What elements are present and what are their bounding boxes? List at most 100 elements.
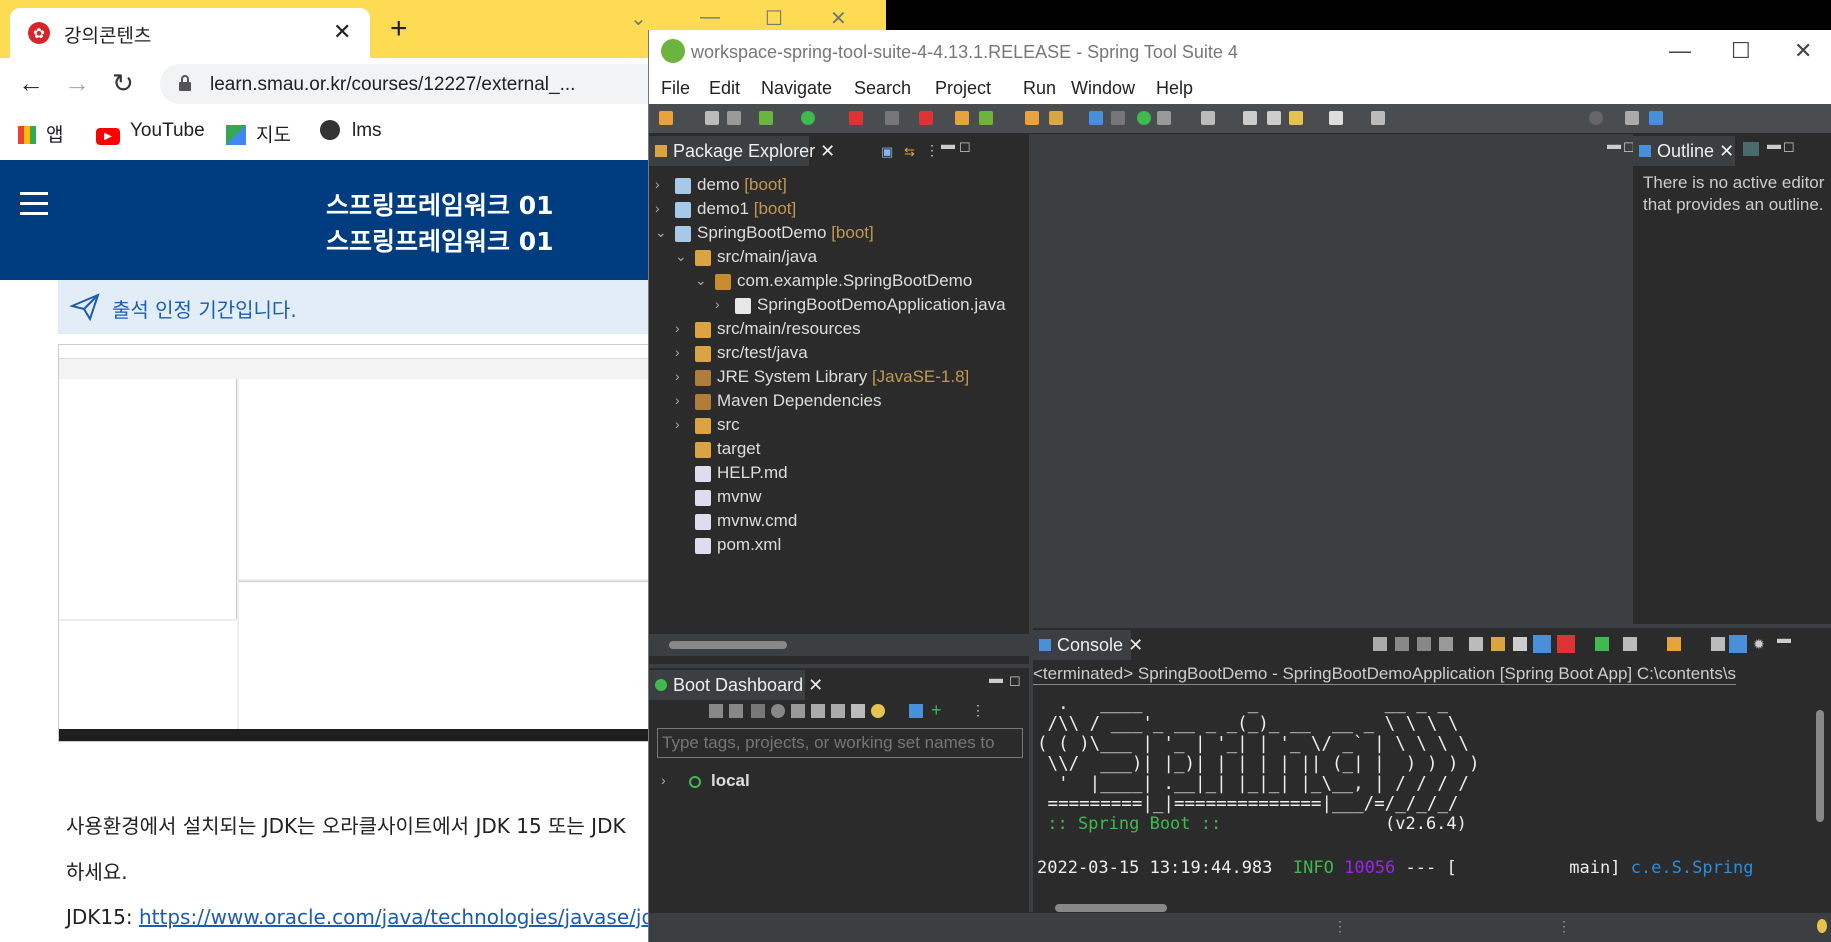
minimize-window-icon[interactable]: — bbox=[700, 6, 720, 29]
package-tree-item[interactable]: HELP.md bbox=[649, 462, 1029, 486]
pin-icon[interactable] bbox=[1201, 111, 1215, 125]
package-tree-item[interactable]: › demo [boot] bbox=[649, 174, 1029, 198]
package-tree-item[interactable]: ⌄ SpringBootDemo [boot] bbox=[649, 222, 1029, 246]
display-console-icon[interactable] bbox=[1595, 637, 1609, 651]
package-tree-item[interactable]: mvnw bbox=[649, 486, 1029, 510]
dashboard-menu-icon[interactable]: ⋮ bbox=[971, 702, 985, 719]
maximize-view-icon[interactable]: ☐ bbox=[959, 140, 971, 156]
package-tree-item[interactable]: › src bbox=[649, 414, 1029, 438]
outline-maximize-icon[interactable]: ☐ bbox=[1783, 140, 1795, 156]
stop-icon[interactable] bbox=[885, 111, 899, 125]
console-minimize-icon[interactable]: ▬ bbox=[1777, 630, 1791, 646]
save-all-icon[interactable] bbox=[727, 111, 741, 125]
tree-toggle-icon[interactable]: › bbox=[655, 176, 660, 192]
dashboard-filter-input[interactable] bbox=[657, 728, 1023, 758]
close-dashboard-icon[interactable]: ✕ bbox=[808, 675, 823, 695]
java-perspective-icon[interactable] bbox=[1649, 111, 1663, 125]
tab-outline[interactable]: Outline ✕ bbox=[1633, 136, 1735, 166]
forward-nav-icon[interactable] bbox=[1329, 111, 1343, 125]
lightbulb-icon[interactable] bbox=[871, 704, 885, 718]
edit-icon[interactable] bbox=[831, 704, 845, 718]
maximize-icon[interactable]: ☐ bbox=[765, 6, 783, 31]
close-console-icon[interactable]: ✕ bbox=[1128, 635, 1143, 655]
word-wrap-icon[interactable] bbox=[1491, 637, 1505, 651]
remove-launch-icon[interactable] bbox=[1395, 637, 1409, 651]
task-icon[interactable] bbox=[1089, 111, 1103, 125]
open-folder-icon[interactable] bbox=[1025, 111, 1039, 125]
menu-help[interactable]: Help bbox=[1156, 78, 1193, 99]
tree-toggle-icon[interactable]: ⌄ bbox=[675, 248, 687, 265]
console-icon[interactable] bbox=[791, 704, 805, 718]
tree-toggle-icon[interactable]: › bbox=[675, 392, 680, 408]
new-spring-project-icon[interactable] bbox=[955, 111, 969, 125]
show-stdout-icon[interactable] bbox=[1513, 637, 1527, 651]
menu-edit[interactable]: Edit bbox=[709, 78, 740, 99]
editor-minimize-icon[interactable]: ▬ bbox=[1607, 136, 1621, 152]
tree-toggle-icon[interactable]: ⌄ bbox=[655, 224, 667, 241]
tab-package-explorer[interactable]: Package Explorer ✕ bbox=[649, 136, 835, 166]
package-tree-item[interactable]: pom.xml bbox=[649, 534, 1029, 558]
close-view-icon[interactable]: ✕ bbox=[820, 141, 835, 161]
show-stderr-icon[interactable] bbox=[1557, 635, 1575, 653]
ide-close-icon[interactable]: ✕ bbox=[1794, 38, 1812, 64]
tab-close-icon[interactable]: ✕ bbox=[333, 19, 351, 45]
bookmark-maps[interactable]: 지도 bbox=[226, 120, 291, 147]
open-browser-icon[interactable] bbox=[771, 704, 785, 718]
tab-console[interactable]: Console ✕ bbox=[1033, 630, 1143, 660]
ide-search-icon[interactable] bbox=[1589, 111, 1603, 125]
outline-minimize-icon[interactable]: ▬ bbox=[1767, 136, 1781, 152]
console-vertical-scrollbar[interactable] bbox=[1813, 686, 1827, 896]
bookmark-lms[interactable]: lms bbox=[320, 120, 382, 142]
run-icon[interactable] bbox=[801, 111, 815, 125]
remove-all-icon[interactable] bbox=[1417, 637, 1431, 651]
new-tab-button[interactable]: + bbox=[390, 14, 408, 44]
tree-toggle-icon[interactable]: › bbox=[675, 320, 680, 336]
forward-icon[interactable]: → bbox=[64, 70, 90, 96]
package-tree-item[interactable]: target bbox=[649, 438, 1029, 462]
reload-icon[interactable]: ↻ bbox=[112, 70, 134, 96]
open-console-icon[interactable] bbox=[1623, 637, 1637, 651]
clear-console-icon[interactable] bbox=[1439, 637, 1453, 651]
package-tree-item[interactable]: ⌄ src/main/java bbox=[649, 246, 1029, 270]
menu-window[interactable]: Window bbox=[1071, 78, 1135, 99]
console-settings-icon[interactable]: ✹ bbox=[1753, 636, 1765, 653]
package-tree-item[interactable]: › JRE System Library [JavaSE-1.8] bbox=[649, 366, 1029, 390]
menu-file[interactable]: File bbox=[661, 78, 690, 99]
tree-toggle-icon[interactable]: › bbox=[715, 296, 720, 312]
menu-navigate[interactable]: Navigate bbox=[761, 78, 832, 99]
annotation-icon[interactable] bbox=[1157, 111, 1171, 125]
browser-tab[interactable]: ✿ 강의콘텐츠 ✕ bbox=[10, 8, 370, 58]
open-perspective-icon[interactable] bbox=[1625, 111, 1639, 125]
back-icon[interactable]: ← bbox=[18, 70, 44, 96]
ide-minimize-icon[interactable]: — bbox=[1669, 38, 1691, 64]
brush-icon[interactable] bbox=[1049, 111, 1063, 125]
ide-maximize-icon[interactable]: ☐ bbox=[1731, 38, 1751, 64]
debug-icon[interactable] bbox=[759, 111, 773, 125]
tree-toggle-icon[interactable]: ⌄ bbox=[695, 272, 707, 289]
boot-icon[interactable] bbox=[1137, 111, 1151, 125]
package-tree-item[interactable]: ⌄ com.example.SpringBootDemo bbox=[649, 270, 1029, 294]
bookmark-youtube[interactable]: ▶ YouTube bbox=[96, 120, 205, 145]
external-tools-icon[interactable] bbox=[919, 111, 933, 125]
dashboard-minimize-icon[interactable]: ▬ bbox=[989, 670, 1003, 686]
close-window-icon[interactable]: ✕ bbox=[830, 6, 847, 31]
new-icon[interactable] bbox=[659, 111, 673, 125]
link-editor-icon[interactable]: ⇆ bbox=[904, 144, 915, 160]
horizontal-scrollbar[interactable] bbox=[649, 634, 1029, 656]
properties-icon[interactable] bbox=[851, 704, 865, 718]
add-icon[interactable]: + bbox=[931, 701, 942, 719]
minimize-view-icon[interactable]: ▬ bbox=[941, 136, 955, 152]
new-console-icon[interactable] bbox=[1667, 637, 1681, 651]
tree-toggle-icon[interactable]: › bbox=[675, 344, 680, 360]
package-tree-item[interactable]: › src/test/java bbox=[649, 342, 1029, 366]
package-tree-item[interactable]: › Maven Dependencies bbox=[649, 390, 1029, 414]
minimize-icon[interactable]: ⌄ bbox=[630, 6, 647, 31]
debug-app-icon[interactable] bbox=[729, 704, 743, 718]
collapse-all-icon[interactable]: ▣ bbox=[881, 144, 893, 160]
scroll-lock-icon[interactable] bbox=[1469, 637, 1483, 651]
refresh-apps-icon[interactable] bbox=[811, 704, 825, 718]
menu-run[interactable]: Run bbox=[1023, 78, 1056, 99]
back-nav-icon[interactable] bbox=[1289, 111, 1303, 125]
ansi-icon[interactable] bbox=[1729, 635, 1747, 653]
menu-project[interactable]: Project bbox=[935, 78, 991, 99]
